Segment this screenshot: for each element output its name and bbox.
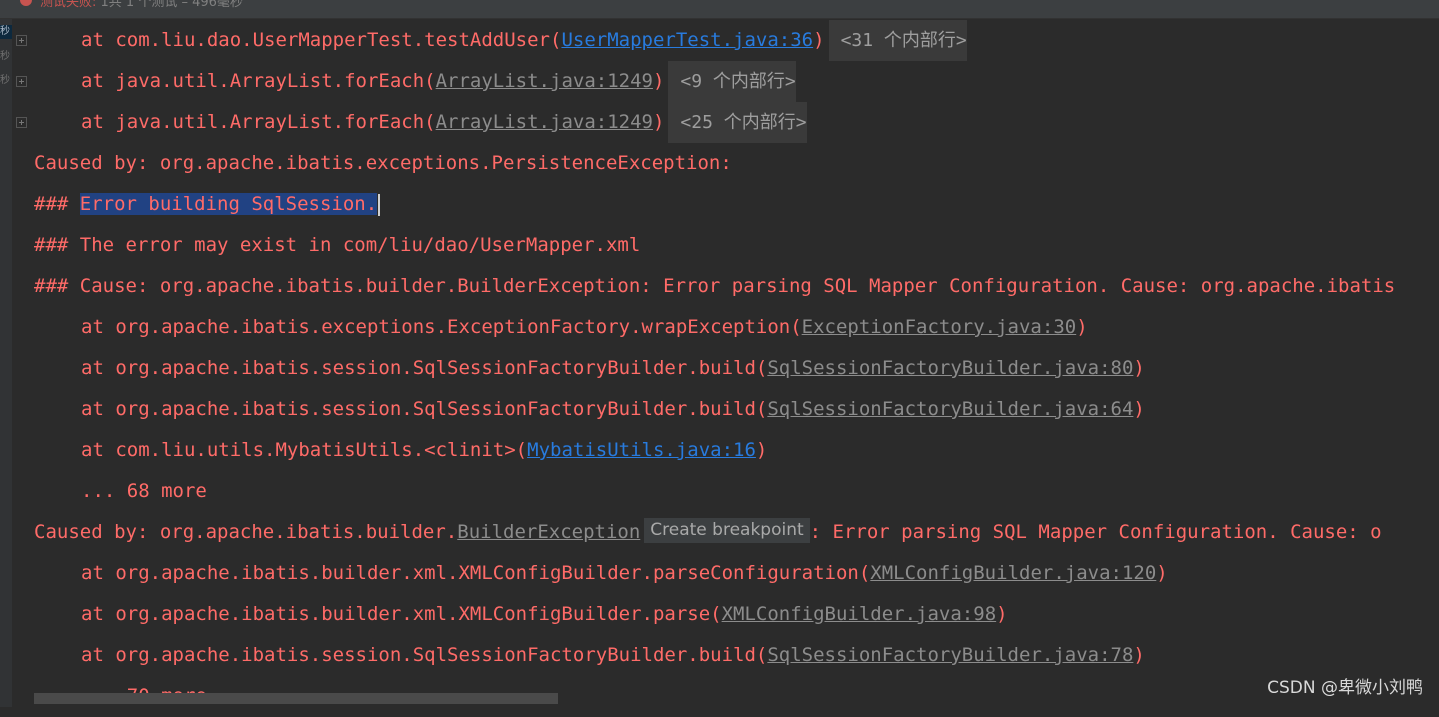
stacktrace-file-link[interactable]: SqlSessionFactoryBuilder.java:80: [767, 357, 1133, 379]
text-caret: [378, 193, 381, 216]
stacktrace-file-link[interactable]: BuilderException: [457, 521, 640, 543]
console-line: ... 68 more: [34, 471, 207, 512]
console-text: ): [652, 111, 665, 133]
fold-expand-icon[interactable]: [16, 117, 27, 128]
console-text: at org.apache.ibatis.session.SqlSessionF…: [81, 644, 768, 666]
console-text: at org.apache.ibatis.builder.xml.XMLConf…: [81, 562, 871, 584]
console-text: at org.apache.ibatis.exceptions.Exceptio…: [81, 316, 802, 338]
horizontal-scrollbar[interactable]: [34, 693, 558, 704]
console-line: at org.apache.ibatis.exceptions.Exceptio…: [34, 307, 1088, 348]
console-text: ### Cause: org.apache.ibatis.builder.Bui…: [34, 275, 1396, 297]
console-text: Caused by: org.apache.ibatis.builder.: [34, 521, 458, 543]
console-line: at com.liu.dao.UserMapperTest.testAddUse…: [34, 20, 967, 61]
console-text: ): [996, 603, 1008, 625]
fold-expand-icon[interactable]: [16, 76, 27, 87]
console-text: at org.apache.ibatis.builder.xml.XMLConf…: [81, 603, 722, 625]
test-status-bar: 测试失败: 1共 1 个测试 – 496毫秒: [0, 0, 1439, 19]
console-text: ): [1133, 644, 1145, 666]
console-text: at com.liu.dao.UserMapperTest.testAddUse…: [81, 29, 562, 51]
console-line: at org.apache.ibatis.builder.xml.XMLConf…: [34, 594, 1008, 635]
console-text: : Error parsing SQL Mapper Configuration…: [809, 521, 1382, 543]
console-line: at org.apache.ibatis.session.SqlSessionF…: [34, 348, 1145, 389]
gutter-marker[interactable]: 秒: [0, 25, 12, 39]
console-text: ): [755, 439, 768, 461]
console-line: Caused by: org.apache.ibatis.builder.Bui…: [34, 512, 1382, 553]
fold-expand-icon[interactable]: [16, 35, 27, 46]
console-text: Caused by: org.apache.ibatis.exceptions.…: [34, 152, 732, 174]
gutter-marker[interactable]: 秒: [0, 74, 12, 88]
console-line: at org.apache.ibatis.builder.xml.XMLConf…: [34, 553, 1168, 594]
error-icon: [20, 0, 32, 6]
test-status-text: 测试失败: 1共 1 个测试 – 496毫秒: [40, 0, 243, 10]
test-tree-gutter: 秒 秒 秒: [0, 19, 12, 707]
console-text: ###: [34, 193, 80, 215]
test-detail-label: 1共 1 个测试 – 496毫秒: [100, 0, 243, 10]
stacktrace-file-link[interactable]: ExceptionFactory.java:30: [802, 316, 1077, 338]
console-line: at org.apache.ibatis.session.SqlSessionF…: [34, 635, 1145, 676]
console-text: ): [1156, 562, 1168, 584]
console-line: ### Error building SqlSession.: [34, 184, 381, 225]
console-text: ): [1133, 357, 1145, 379]
console-text: ): [652, 70, 665, 92]
watermark: CSDN @卑微小刘鸭: [1267, 678, 1423, 698]
console-line: at java.util.ArrayList.forEach(ArrayList…: [34, 61, 796, 102]
stacktrace-file-link[interactable]: ArrayList.java:1249: [436, 111, 653, 133]
console-text: ### The error may exist in com/liu/dao/U…: [34, 234, 641, 256]
console-text: ): [813, 29, 825, 51]
console-text: at org.apache.ibatis.session.SqlSessionF…: [81, 357, 768, 379]
stacktrace-file-link[interactable]: XMLConfigBuilder.java:120: [870, 562, 1156, 584]
create-breakpoint-tooltip[interactable]: Create breakpoint: [644, 518, 810, 543]
stacktrace-file-link[interactable]: XMLConfigBuilder.java:98: [722, 603, 997, 625]
console-line: at java.util.ArrayList.forEach(ArrayList…: [34, 102, 807, 143]
folded-lines-badge[interactable]: <25 个内部行>: [668, 102, 807, 143]
console-line: ### Cause: org.apache.ibatis.builder.Bui…: [34, 266, 1395, 307]
console-text: ): [1076, 316, 1088, 338]
stacktrace-file-link[interactable]: MybatisUtils.java:16: [527, 439, 756, 461]
console-line: at org.apache.ibatis.session.SqlSessionF…: [34, 389, 1145, 430]
console-text: ... 68 more: [81, 480, 207, 502]
console-text: at java.util.ArrayList.forEach(: [81, 111, 436, 133]
test-fail-label: 测试失败:: [40, 0, 97, 10]
stacktrace-file-link[interactable]: ArrayList.java:1249: [436, 70, 653, 92]
console-text: at java.util.ArrayList.forEach(: [81, 70, 436, 92]
stacktrace-file-link[interactable]: UserMapperTest.java:36: [561, 29, 813, 51]
console-text: at com.liu.utils.MybatisUtils.<clinit>(: [81, 439, 528, 461]
console-text: at org.apache.ibatis.session.SqlSessionF…: [81, 398, 768, 420]
gutter-marker[interactable]: 秒: [0, 50, 12, 64]
stacktrace-file-link[interactable]: SqlSessionFactoryBuilder.java:64: [767, 398, 1133, 420]
console-line: Caused by: org.apache.ibatis.exceptions.…: [34, 143, 732, 184]
selected-text[interactable]: Error building SqlSession.: [79, 193, 378, 215]
stacktrace-file-link[interactable]: SqlSessionFactoryBuilder.java:78: [767, 644, 1133, 666]
console-text: ): [1133, 398, 1145, 420]
console-line: ### The error may exist in com/liu/dao/U…: [34, 225, 640, 266]
folded-lines-badge[interactable]: <31 个内部行>: [828, 20, 967, 61]
folded-lines-badge[interactable]: <9 个内部行>: [668, 61, 796, 102]
console-line: at com.liu.utils.MybatisUtils.<clinit>(M…: [34, 430, 767, 471]
